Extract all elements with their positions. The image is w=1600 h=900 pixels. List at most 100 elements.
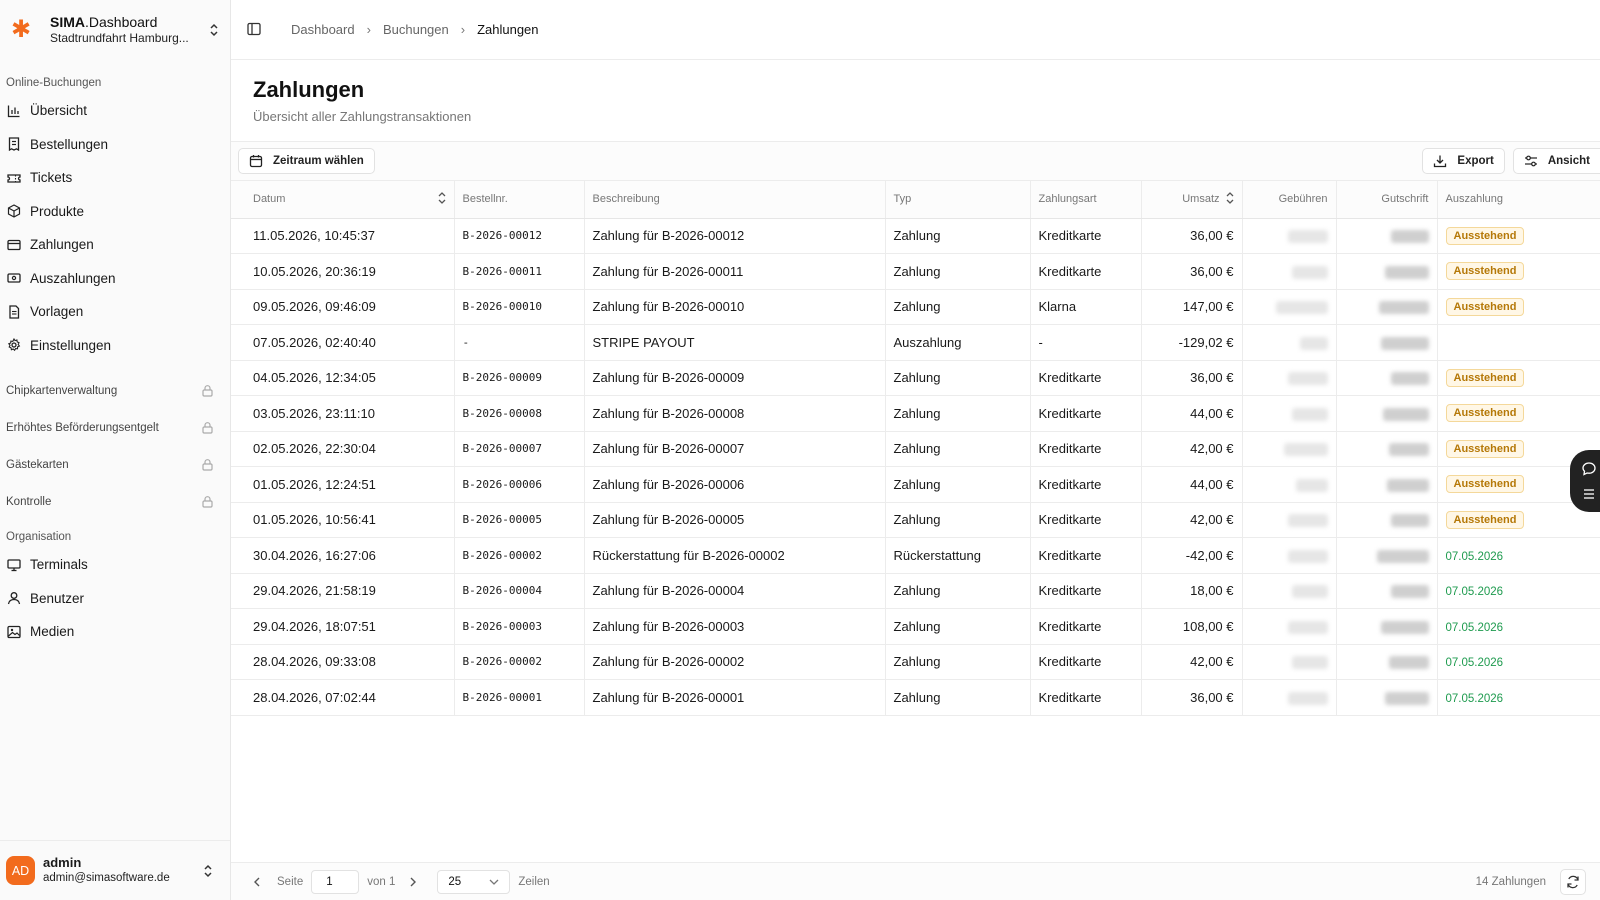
sidebar-item-tickets[interactable]: Tickets [0, 161, 230, 195]
table-row[interactable]: 29.04.2026, 21:58:19 B-2026-00004 Zahlung … [231, 573, 1600, 609]
sidebar-item-zahlungen[interactable]: Zahlungen [0, 228, 230, 262]
sidebar-item-label: Auszahlungen [30, 270, 116, 286]
next-page-button[interactable] [401, 870, 425, 894]
table-row[interactable]: 29.04.2026, 18:07:51 B-2026-00003 Zahlung … [231, 608, 1600, 645]
redacted-value [1390, 585, 1429, 599]
table-row[interactable]: 09.05.2026, 09:46:09 B-2026-00010 Zahlung … [231, 289, 1600, 325]
chevrons-up-down-icon [206, 22, 222, 38]
table-row[interactable]: 03.05.2026, 23:11:10 B-2026-00008 Zahlung … [231, 395, 1600, 432]
cell-umsatz: 36,00 € [1141, 218, 1243, 254]
sidebar-locked-chipkartenverwaltung[interactable]: Chipkartenverwaltung [0, 372, 230, 409]
sidebar-item-label: Bestellungen [30, 136, 109, 152]
cell-datum: 30.04.2026, 16:27:06 [231, 537, 455, 574]
org-switcher[interactable]: ✱ SIMA.Dashboard Stadtrundfahrt Hamburg.… [0, 0, 230, 60]
cell-datum: 28.04.2026, 09:33:08 [231, 644, 455, 680]
table-row[interactable]: 11.05.2026, 10:45:37 B-2026-00012 Zahlung … [231, 218, 1600, 254]
table-row[interactable]: 28.04.2026, 07:02:44 B-2026-00001 Zahlung … [231, 679, 1600, 716]
refresh-button[interactable] [1560, 868, 1586, 895]
lock-icon [201, 421, 214, 434]
redacted-value [1291, 265, 1328, 279]
cell-datum: 11.05.2026, 10:45:37 [231, 218, 455, 254]
breadcrumb-buchungen[interactable]: Buchungen [383, 22, 449, 37]
sidebar-item-benutzer[interactable]: Benutzer [0, 582, 230, 616]
cell-gutschrift [1336, 644, 1438, 680]
sidebar-item-uebersicht[interactable]: Übersicht [0, 94, 230, 128]
page-subtitle: Übersicht aller Zahlungstransaktionen [253, 109, 472, 124]
status-badge: Ausstehend [1445, 439, 1525, 458]
table-row[interactable]: 01.05.2026, 10:56:41 B-2026-00005 Zahlung … [231, 502, 1600, 538]
sidebar-toggle-icon[interactable] [247, 22, 263, 38]
cell-gutschrift [1336, 395, 1438, 432]
sidebar-item-terminals[interactable]: Terminals [0, 548, 230, 582]
menu-icon[interactable] [1581, 486, 1597, 502]
user-icon [7, 591, 21, 605]
user-menu[interactable]: AD admin admin@simasoftware.de [0, 840, 230, 900]
sidebar-item-auszahlungen[interactable]: Auszahlungen [0, 262, 230, 296]
cell-bestellnr: B-2026-00002 [454, 644, 585, 680]
cell-gebuehren [1242, 395, 1337, 432]
sidebar-item-einstellungen[interactable]: Einstellungen [0, 329, 230, 363]
cell-gebuehren [1242, 253, 1337, 290]
rows-label: Zeilen [518, 875, 550, 888]
download-icon [1433, 154, 1447, 168]
table-row[interactable]: 02.05.2026, 22:30:04 B-2026-00007 Zahlung … [231, 431, 1600, 467]
page-number-input[interactable]: 1 [311, 869, 360, 894]
cell-datum: 09.05.2026, 09:46:09 [231, 289, 455, 325]
table-row[interactable]: 30.04.2026, 16:27:06 B-2026-00002 Rückerst… [231, 537, 1600, 574]
table-row[interactable]: 04.05.2026, 12:34:05 B-2026-00009 Zahlung … [231, 360, 1600, 396]
page-size-value: 25 [448, 875, 462, 888]
sidebar: ✱ SIMA.Dashboard Stadtrundfahrt Hamburg.… [0, 0, 231, 900]
sidebar-locked-erhoehtes-befoerderungsentgelt[interactable]: Erhöhtes Beförderungsentgelt [0, 409, 230, 446]
redacted-value [1390, 230, 1429, 244]
table-row[interactable]: 01.05.2026, 12:24:51 B-2026-00006 Zahlung … [231, 466, 1600, 503]
redacted-value [1376, 549, 1429, 563]
sidebar-locked-label: Gästekarten [6, 458, 69, 471]
sidebar-item-vorlagen[interactable]: Vorlagen [0, 295, 230, 329]
cell-gebuehren [1242, 537, 1337, 574]
lock-icon [201, 458, 214, 471]
total-count: 14 Zahlungen [1475, 875, 1546, 888]
export-label: Export [1457, 155, 1494, 167]
status-badge: Ausstehend [1445, 475, 1525, 494]
view-button[interactable]: Ansicht [1512, 148, 1600, 174]
cell-beschreibung: Zahlung für B-2026-00007 [584, 431, 886, 467]
sidebar-item-medien[interactable]: Medien [0, 615, 230, 649]
chat-icon[interactable] [1581, 461, 1597, 477]
table-row[interactable]: 28.04.2026, 09:33:08 B-2026-00002 Zahlung … [231, 644, 1600, 680]
brand-title: SIMA.Dashboard [50, 14, 158, 31]
export-button[interactable]: Export [1422, 148, 1505, 174]
brand-text: SIMA.Dashboard Stadtrundfahrt Hamburg... [50, 14, 206, 45]
sidebar-item-produkte[interactable]: Produkte [0, 195, 230, 229]
prev-page-button[interactable] [245, 870, 269, 894]
cell-zahlungsart: - [1030, 324, 1142, 361]
package-icon [7, 204, 21, 218]
redacted-value [1386, 478, 1429, 492]
sidebar-locked-gaestekarten[interactable]: Gästekarten [0, 446, 230, 483]
page-size-select[interactable]: 25 [437, 869, 511, 894]
cell-gutschrift [1336, 289, 1438, 325]
table-row[interactable]: 10.05.2026, 20:36:19 B-2026-00011 Zahlung … [231, 253, 1600, 290]
cell-gebuehren [1242, 679, 1337, 716]
column-header-umsatz[interactable]: Umsatz [1141, 181, 1243, 219]
user-info: admin admin@simasoftware.de [43, 855, 200, 886]
avatar: AD [6, 856, 35, 885]
cell-typ: Zahlung [885, 253, 1031, 290]
cell-zahlungsart: Kreditkarte [1030, 679, 1142, 716]
breadcrumb-dashboard[interactable]: Dashboard [291, 22, 355, 37]
sidebar-item-label: Medien [30, 624, 75, 640]
cell-typ: Zahlung [885, 502, 1031, 538]
table-row[interactable]: 07.05.2026, 02:40:40- STRIPE PAYOUT Auszah… [231, 324, 1600, 361]
cell-umsatz: 147,00 € [1141, 289, 1243, 325]
sidebar-locked-kontrolle[interactable]: Kontrolle [0, 483, 230, 520]
breadcrumb-zahlungen: Zahlungen [477, 22, 539, 37]
banknote-icon [7, 271, 21, 285]
cell-gutschrift [1336, 573, 1438, 609]
date-range-button[interactable]: Zeitraum wählen [238, 148, 375, 174]
cell-auszahlung: 07.05.2026 [1437, 537, 1600, 574]
cell-bestellnr: B-2026-00008 [454, 395, 585, 432]
sidebar-item-bestellungen[interactable]: Bestellungen [0, 128, 230, 162]
support-widget [1570, 450, 1600, 512]
cell-umsatz: 44,00 € [1141, 466, 1243, 503]
redacted-value [1382, 407, 1429, 421]
column-header-datum[interactable]: Datum [231, 181, 455, 219]
